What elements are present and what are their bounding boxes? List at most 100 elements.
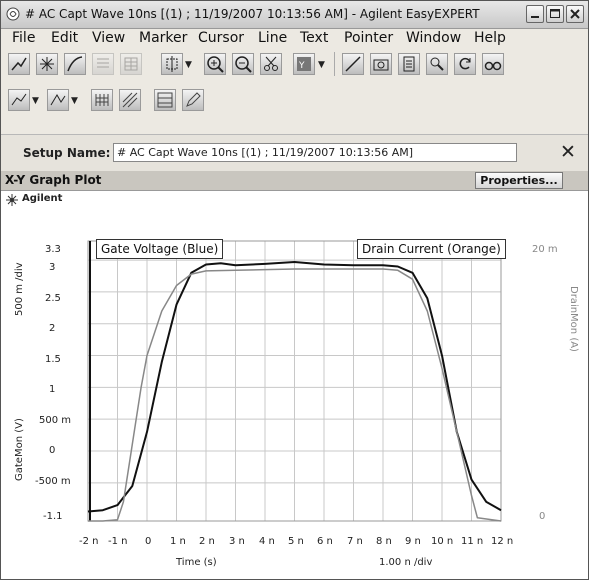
scatter-button[interactable]: [36, 53, 58, 75]
y-tick-label: 3.3: [45, 244, 61, 255]
zoom-in-icon: [207, 56, 224, 73]
menu-line[interactable]: Line: [258, 30, 287, 46]
x-tick-label: 3 n: [229, 536, 245, 547]
y-tick-label: 0: [49, 445, 56, 456]
hatch-icon: [122, 92, 138, 108]
trace-dropdown-icon[interactable]: ▼: [32, 96, 39, 106]
x-tick-label: 6 n: [317, 536, 333, 547]
x-tick-label: -1 n: [108, 536, 128, 547]
x-tick-label: 12 n: [491, 536, 514, 547]
line-fit-button[interactable]: [342, 53, 364, 75]
y2-tick-label: 20 m: [532, 244, 558, 255]
menu-marker[interactable]: Marker: [139, 30, 187, 46]
menu-edit[interactable]: Edit: [51, 30, 78, 46]
layout-icon: [157, 92, 173, 108]
trace-icon: [11, 93, 27, 106]
layout-button[interactable]: [154, 89, 176, 111]
axis-button[interactable]: Y: [293, 53, 315, 75]
axis-dropdown-icon[interactable]: ▼: [318, 60, 325, 70]
x-tick-label: 7 n: [347, 536, 363, 547]
x-tick-label: 5 n: [288, 536, 304, 547]
cut-button[interactable]: [260, 53, 282, 75]
hatch-button[interactable]: [119, 89, 141, 111]
refresh-button[interactable]: [454, 53, 476, 75]
menu-text[interactable]: Text: [300, 30, 328, 46]
x-tick-label: 1 n: [170, 536, 186, 547]
list-icon: [97, 58, 109, 68]
marker-button[interactable]: [161, 53, 183, 75]
x-tick-label: -2 n: [79, 536, 99, 547]
table-button[interactable]: [120, 53, 142, 75]
camera-button[interactable]: [370, 53, 392, 75]
y-tick-label: 2.5: [45, 293, 61, 304]
graph-scale-button[interactable]: [8, 53, 30, 75]
menu-pointer[interactable]: Pointer: [344, 30, 393, 46]
grid-icon: [95, 94, 109, 106]
properties-button[interactable]: Properties...: [475, 172, 563, 189]
y-tick-label: 2: [49, 323, 56, 334]
y2-axis-label: DrainMon (A): [568, 286, 579, 352]
menu-window[interactable]: Window: [406, 30, 461, 46]
title-bar[interactable]: # AC Capt Wave 10ns [(1) ; 11/19/2007 10…: [1, 1, 588, 29]
y-tick-label: 1: [49, 384, 56, 395]
star-icon: [40, 57, 54, 71]
list-button[interactable]: [92, 53, 114, 75]
legend-drain-current: Drain Current (Orange): [357, 239, 506, 259]
close-setup-button[interactable]: ✕: [560, 141, 576, 163]
grid-button[interactable]: [91, 89, 113, 111]
x-tick-label: 4 n: [259, 536, 275, 547]
x-axis-div-label: 1.00 n /div: [379, 557, 433, 568]
minimize-icon: [531, 16, 539, 18]
search-icon: [430, 57, 444, 71]
search-data-button[interactable]: [426, 53, 448, 75]
menu-file[interactable]: File: [12, 30, 35, 46]
y-tick-label: 500 m: [39, 415, 72, 426]
zoom-out-icon: [235, 56, 252, 73]
x-tick-label: 0: [145, 536, 152, 547]
zoom-out-button[interactable]: [232, 53, 254, 75]
data-button[interactable]: [398, 53, 420, 75]
setup-name-label: Setup Name:: [23, 146, 111, 160]
x-tick-label: 11 n: [461, 536, 484, 547]
annotate-button[interactable]: [182, 89, 204, 111]
graph-header: X-Y Graph Plot Properties...: [1, 171, 588, 191]
binoculars-icon: [484, 61, 502, 71]
marker-icon: [166, 56, 178, 72]
graph-panel-title: X-Y Graph Plot: [5, 173, 102, 187]
menu-cursor[interactable]: Cursor: [198, 30, 244, 46]
menu-view[interactable]: View: [92, 30, 125, 46]
close-window-button[interactable]: [566, 5, 584, 23]
setup-name-field[interactable]: # AC Capt Wave 10ns [(1) ; 11/19/2007 10…: [113, 143, 517, 162]
app-icon: [6, 7, 20, 21]
y-tick-label: 3: [49, 262, 56, 273]
toolbar-separator: [334, 52, 335, 76]
x-tick-label: 8 n: [376, 536, 392, 547]
x-tick-label: 10 n: [431, 536, 454, 547]
overlay-icon: [50, 94, 66, 106]
close-icon: [570, 9, 580, 19]
x-tick-label: 2 n: [199, 536, 215, 547]
binoculars-button[interactable]: [482, 53, 504, 75]
table-icon: [124, 57, 138, 71]
camera-icon: [373, 59, 389, 71]
y-tick-label: 1.5: [45, 354, 61, 365]
curve-button[interactable]: [64, 53, 86, 75]
overlay-dropdown-icon[interactable]: ▼: [71, 96, 78, 106]
zoom-in-button[interactable]: [204, 53, 226, 75]
svg-text:Y: Y: [298, 61, 305, 71]
legend-gate-voltage: Gate Voltage (Blue): [96, 239, 224, 259]
app-window: # AC Capt Wave 10ns [(1) ; 11/19/2007 10…: [0, 0, 589, 580]
overlay-button[interactable]: [47, 89, 69, 111]
setup-panel: Setup Name: # AC Capt Wave 10ns [(1) ; 1…: [1, 134, 588, 172]
window-title: # AC Capt Wave 10ns [(1) ; 11/19/2007 10…: [25, 7, 480, 21]
trace-style-button[interactable]: [8, 89, 30, 111]
menu-help[interactable]: Help: [474, 30, 506, 46]
marker-dropdown-icon[interactable]: ▼: [185, 60, 192, 70]
data-icon: [403, 56, 415, 72]
y1-axis-label: GateMon (V): [14, 418, 25, 481]
minimize-button[interactable]: [526, 5, 544, 23]
menu-bar: File Edit View Marker Cursor Line Text P…: [1, 28, 588, 48]
maximize-button[interactable]: [546, 5, 564, 23]
plot-area: Agilent 3.3 3 2.5 2 1.5 1 500 m 0 -500 m…: [1, 191, 588, 579]
y1-div-label: 500 m /div: [14, 262, 25, 316]
